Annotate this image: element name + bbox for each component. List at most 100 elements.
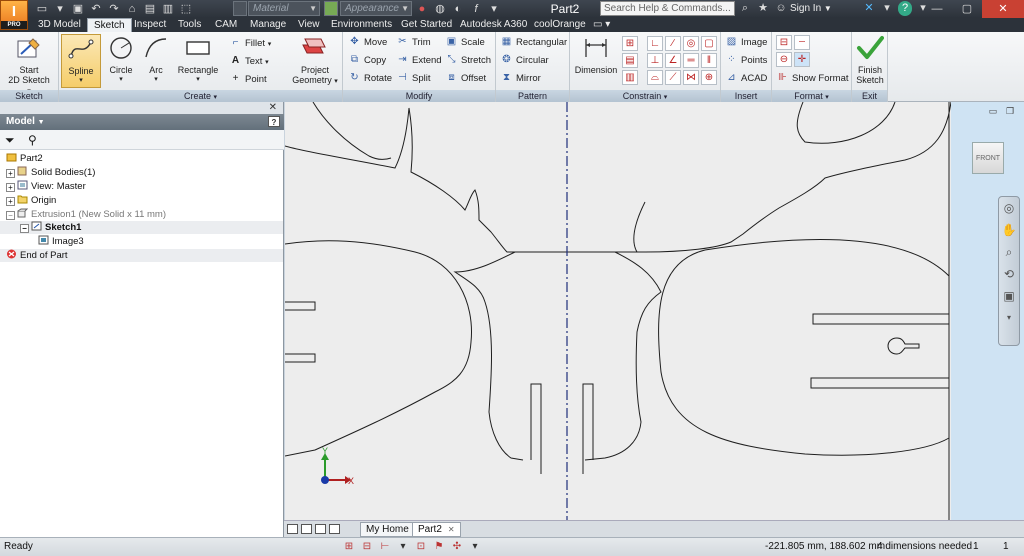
save-icon[interactable]: ▣ — [70, 1, 86, 17]
expand-icon[interactable]: + — [6, 169, 15, 178]
file-icon[interactable]: ▭ — [34, 1, 50, 17]
circle-button[interactable]: Circle ▾ — [103, 34, 139, 88]
tab-sketch[interactable]: Sketch — [87, 18, 132, 32]
center-point-icon[interactable]: ⊖ — [776, 52, 792, 67]
point-button[interactable]: + Point — [229, 72, 267, 88]
tab-autodesk-a360[interactable]: Autodesk A360 — [454, 18, 533, 32]
binoculars-icon[interactable]: ⌕ — [738, 1, 752, 16]
orbit-icon[interactable]: ⟲ — [999, 263, 1019, 285]
tree-node-origin[interactable]: + Origin — [6, 194, 56, 207]
construction-icon[interactable]: ⊟ — [776, 35, 792, 50]
trim-button[interactable]: ✂ Trim — [396, 35, 430, 51]
rectangle-button[interactable]: Rectangle ▾ — [175, 34, 221, 88]
copy-button[interactable]: ⧉ Copy — [348, 53, 386, 69]
vertical-icon[interactable]: ‖ — [701, 53, 717, 68]
tile-icon[interactable] — [287, 524, 298, 534]
tab-tools[interactable]: Tools — [172, 18, 207, 32]
cascade-icon[interactable] — [301, 524, 312, 534]
minimize-icon[interactable]: — — [922, 0, 952, 18]
adjust-icon[interactable]: ◐ — [450, 1, 466, 17]
material-swatch[interactable] — [233, 1, 247, 16]
select-icon[interactable]: ⬚ — [178, 1, 194, 17]
coincident-icon[interactable]: ⊥ — [647, 53, 663, 68]
grid-icon[interactable]: ✣ — [450, 540, 464, 554]
tree-node-image[interactable]: Image3 — [38, 235, 84, 248]
graphics-window[interactable]: X Y — [285, 102, 951, 520]
circular-pattern-button[interactable]: ❂ Circular — [500, 53, 548, 69]
appearance-combo[interactable]: Appearance ▼ — [340, 1, 412, 16]
tab-cam[interactable]: CAM — [209, 18, 243, 32]
minimize-viewport-icon[interactable]: ▭ — [988, 106, 998, 116]
material-combo[interactable]: Material ▼ — [248, 1, 320, 16]
tab-manage[interactable]: Manage — [244, 18, 292, 32]
close-icon[interactable]: ✕ — [448, 525, 455, 534]
move-button[interactable]: ✥ Move — [348, 35, 387, 51]
star-icon[interactable]: ★ — [756, 1, 770, 16]
snap-icon[interactable]: ⚑ — [432, 540, 446, 554]
navbar-options-icon[interactable]: ▾ — [999, 307, 1019, 329]
tab-environments[interactable]: Environments — [325, 18, 398, 32]
tab-part2[interactable]: Part2 ✕ — [412, 522, 461, 537]
clear-appearance-icon[interactable]: ◍ — [432, 1, 448, 17]
color-picker-icon[interactable]: ● — [414, 1, 430, 17]
browser-header[interactable]: Model ▼ ? — [0, 114, 284, 130]
tree-node-extrusion[interactable]: − Extrusion1 (New Solid x 11 mm) — [6, 208, 166, 221]
exchange-icon[interactable]: ✕ — [862, 1, 876, 16]
show-format-button[interactable]: ⊪ Show Format — [776, 71, 848, 87]
search-input[interactable]: Search Help & Commands... — [600, 1, 735, 16]
arrange-icon[interactable] — [315, 524, 326, 534]
split-button[interactable]: ⊣ Split — [396, 71, 430, 87]
auto-dimension-icon[interactable]: ⊞ — [622, 36, 638, 51]
fix-icon[interactable]: ⊕ — [701, 70, 717, 85]
relax-mode-icon[interactable]: ⊡ — [414, 540, 428, 554]
maximize-icon[interactable]: ▢ — [952, 0, 982, 18]
degrees-of-freedom-icon[interactable]: ▾ — [396, 540, 410, 554]
tangent-icon[interactable]: ⌓ — [647, 70, 663, 85]
help-icon[interactable]: ? — [268, 116, 280, 127]
project-geometry-button[interactable]: Project Geometry ▾ — [291, 34, 339, 88]
tree-node-part[interactable]: Part2 — [6, 152, 43, 165]
mirror-button[interactable]: ⧗ Mirror — [500, 71, 541, 87]
cart-icon[interactable]: ▾ — [880, 1, 894, 16]
scale-button[interactable]: ▣ Scale — [445, 35, 485, 51]
expand-icon[interactable]: + — [6, 183, 15, 192]
dimension-button[interactable]: Dimension — [573, 34, 619, 88]
horizontal-icon[interactable]: ═ — [683, 53, 699, 68]
constraint-settings-icon[interactable]: ▤ — [622, 53, 638, 68]
concentric-icon[interactable]: ◎ — [683, 36, 699, 51]
restore-viewport-icon[interactable]: ❐ — [1005, 106, 1015, 116]
rectangular-pattern-button[interactable]: ▦ Rectangular — [500, 35, 567, 51]
expand-icon[interactable]: + — [6, 197, 15, 206]
tab-coolorange[interactable]: coolOrange — [528, 18, 592, 32]
help-icon[interactable]: ? — [898, 1, 912, 16]
filter-icon[interactable]: ⏷ — [5, 133, 15, 147]
function-icon[interactable]: f — [468, 1, 484, 17]
driven-dimension-icon[interactable]: ✛ — [794, 52, 810, 67]
tab-my-home[interactable]: My Home — [360, 522, 415, 537]
list-windows-icon[interactable] — [329, 524, 340, 534]
create-panel-label[interactable]: Create ▾ — [59, 90, 342, 102]
constrain-panel-label[interactable]: Constrain ▾ — [570, 90, 720, 102]
collapse-icon[interactable]: − — [20, 224, 29, 233]
show-constraints-icon[interactable]: ⊟ — [360, 540, 374, 554]
collinear-icon[interactable]: ∠ — [665, 53, 681, 68]
ribbon-options-icon[interactable]: ▭ ▾ — [590, 18, 613, 32]
open-icon[interactable]: ▤ — [142, 1, 158, 17]
sketch-geometry[interactable]: X Y — [285, 102, 951, 520]
tab-inspect[interactable]: Inspect — [128, 18, 172, 32]
close-icon[interactable]: ✕ — [269, 102, 277, 114]
tree-node-view[interactable]: + View: Master — [6, 180, 86, 193]
home-icon[interactable]: ⌂ — [124, 1, 140, 17]
tab-3d-model[interactable]: 3D Model — [32, 18, 87, 32]
parallel-icon[interactable]: ∕ — [665, 36, 681, 51]
arc-button[interactable]: Arc ▾ — [139, 34, 173, 88]
dimension-display-icon[interactable]: ⊢ — [378, 540, 392, 554]
format-panel-label[interactable]: Format ▾ — [772, 90, 851, 102]
status-options-icon[interactable]: ▾ — [468, 540, 482, 554]
spline-button[interactable]: Spline ▾ — [61, 34, 101, 88]
close-icon[interactable]: ✕ — [982, 0, 1024, 18]
insert-acad-button[interactable]: ⊿ ACAD — [725, 71, 767, 87]
undo-icon[interactable]: ↶ — [88, 1, 104, 17]
tree-node-sketch[interactable]: − Sketch1 — [20, 221, 81, 234]
equal-icon[interactable]: ▢ — [701, 36, 717, 51]
